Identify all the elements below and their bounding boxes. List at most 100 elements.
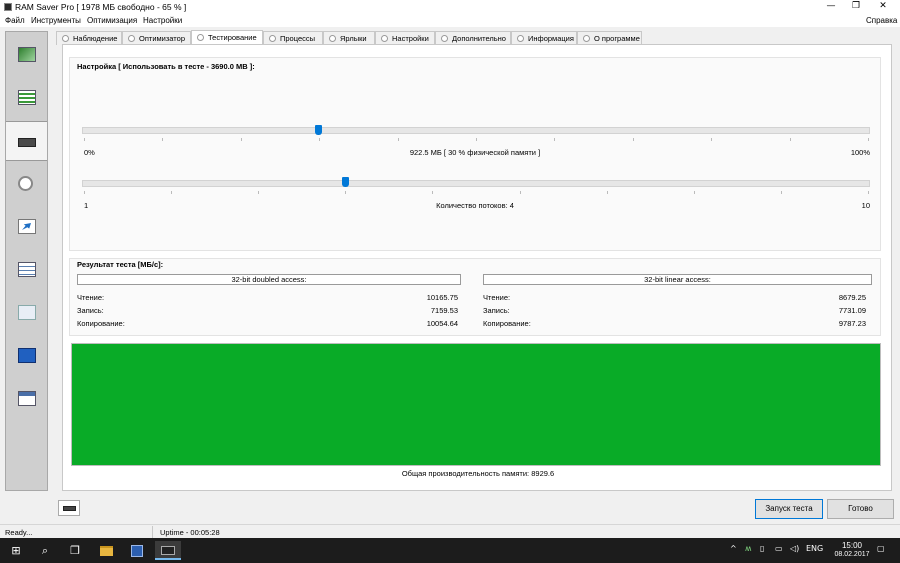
tab-information[interactable]: Информация: [511, 31, 577, 45]
slider-tick: [171, 191, 173, 194]
tab-testing[interactable]: Тестирование: [191, 30, 263, 45]
language-indicator[interactable]: ENG: [806, 544, 823, 553]
monitor-icon: [18, 47, 36, 62]
sidebar-item-testing[interactable]: [6, 121, 47, 161]
save-app-icon[interactable]: [124, 541, 150, 560]
app-icon: [4, 3, 12, 11]
notifications-icon[interactable]: ▢: [877, 544, 885, 553]
slider-tick: [554, 138, 556, 141]
maximize-button[interactable]: ❐: [845, 0, 867, 14]
slider-tick: [345, 191, 347, 194]
tab-advanced[interactable]: Дополнительно: [435, 31, 511, 45]
linear-read-value: 8679.25: [838, 293, 866, 302]
slider-tick: [711, 138, 713, 141]
threads-slider-thumb[interactable]: [341, 177, 349, 187]
slider-tick: [240, 138, 242, 141]
taskbar: ⊞ ⌕ ❐ ^ ʍ ▯ ▭ ◁) ENG 15:00 08.02.2017 ▢: [0, 538, 900, 563]
sidebar-item-settings[interactable]: [6, 250, 47, 290]
performance-bar: [71, 343, 881, 466]
menu-optimization[interactable]: Оптимизация: [87, 16, 137, 25]
threads-max-label: 10: [861, 201, 870, 210]
doubled-access-header: 32-bit doubled access:: [77, 274, 461, 285]
slider-tick: [519, 191, 521, 194]
slider-tick: [162, 138, 164, 141]
radio-icon: [197, 34, 204, 41]
doubled-read-label: Чтение:: [77, 293, 105, 302]
slider-tick: [632, 138, 634, 141]
slider-tick: [476, 138, 477, 141]
minimize-button[interactable]: —: [820, 0, 842, 14]
sidebar-item-optimizer[interactable]: [6, 78, 47, 118]
slider-tick: [780, 191, 782, 194]
radio-icon: [62, 35, 69, 42]
settings-group: Настройка [ Использовать в тесте - 3690.…: [69, 57, 881, 251]
task-view-icon[interactable]: ❐: [62, 541, 88, 560]
slider-tick: [868, 138, 869, 141]
menu-settings[interactable]: Настройки: [143, 16, 182, 25]
menu-file[interactable]: Файл: [5, 16, 25, 25]
start-icon[interactable]: ⊞: [3, 541, 29, 560]
radio-icon: [441, 35, 448, 42]
threads-value-label: Количество потоков: 4: [436, 201, 514, 210]
magnifier-icon: [18, 176, 33, 191]
slider-tick: [397, 138, 399, 141]
sidebar-item-information[interactable]: [6, 336, 47, 376]
menu-tools[interactable]: Инструменты: [31, 16, 81, 25]
doubled-copy-label: Копирование:: [77, 319, 125, 328]
memory-slider-thumb[interactable]: [315, 125, 323, 135]
slider-tick: [258, 191, 260, 194]
sidebar-item-processes[interactable]: [6, 164, 47, 204]
linear-read-label: Чтение:: [483, 293, 511, 302]
sidebar-item-monitor[interactable]: [6, 35, 47, 75]
radio-icon: [269, 35, 276, 42]
doubled-write-value: 7159.53: [430, 306, 458, 315]
sidebar-item-about[interactable]: [6, 379, 47, 419]
linear-write-value: 7731.09: [838, 306, 866, 315]
slider-tick: [84, 138, 85, 141]
tab-shortcuts[interactable]: Ярлыки: [323, 31, 375, 45]
tray-app-icon[interactable]: ʍ: [745, 544, 752, 553]
sidebar-item-advanced[interactable]: [6, 293, 47, 333]
tab-optimizer[interactable]: Оптимизатор: [122, 31, 191, 45]
slider-tick: [606, 191, 608, 194]
memory-slider-track[interactable]: [82, 127, 870, 134]
clock-date[interactable]: 08.02.2017: [832, 551, 872, 558]
start-test-button[interactable]: Запуск теста: [755, 499, 823, 519]
tab-about[interactable]: О программе: [577, 31, 642, 45]
radio-icon: [381, 35, 388, 42]
memory-value-label: 922.5 МБ [ 30 % физической памяти ]: [409, 148, 541, 157]
sidebar-item-shortcuts[interactable]: [6, 207, 47, 247]
chevron-up-icon[interactable]: ^: [730, 544, 737, 553]
tab-monitoring[interactable]: Наблюдение: [56, 31, 122, 45]
network-icon[interactable]: ▭: [775, 544, 783, 553]
threads-slider-track[interactable]: [82, 180, 870, 187]
results-group: Результат теста [МБ/с]: 32-bit doubled a…: [69, 258, 881, 336]
search-icon[interactable]: ⌕: [32, 541, 58, 560]
results-group-title: Результат теста [МБ/с]:: [77, 260, 164, 269]
sidebar: [5, 31, 48, 491]
close-button[interactable]: ✕: [872, 0, 894, 14]
floppy-icon: [131, 545, 143, 557]
file-explorer-icon[interactable]: [93, 541, 119, 560]
memory-min-label: 0%: [84, 148, 95, 157]
slider-tick: [868, 191, 869, 194]
menu-help[interactable]: Справка: [866, 16, 897, 25]
tab-settings[interactable]: Настройки: [375, 31, 435, 45]
slider-tick: [789, 138, 791, 141]
settings-window-icon: [18, 305, 36, 320]
clock-time[interactable]: 15:00: [832, 541, 872, 550]
radio-icon: [517, 35, 524, 42]
tab-processes[interactable]: Процессы: [263, 31, 323, 45]
shortcut-arrow-icon: [18, 219, 36, 234]
status-bar: Ready... Uptime - 00:05:28: [0, 524, 900, 538]
done-button[interactable]: Готово: [827, 499, 894, 519]
volume-icon[interactable]: ◁): [790, 544, 799, 553]
linear-write-label: Запись:: [483, 306, 510, 315]
uptime-text: Uptime - 00:05:28: [160, 528, 220, 537]
list-icon: [18, 90, 36, 105]
usb-icon[interactable]: ▯: [760, 544, 764, 553]
about-card-icon: [18, 391, 36, 406]
ram-saver-taskbar-icon[interactable]: [155, 541, 181, 560]
ram-status-button[interactable]: [58, 500, 80, 516]
checklist-icon: [18, 262, 36, 277]
